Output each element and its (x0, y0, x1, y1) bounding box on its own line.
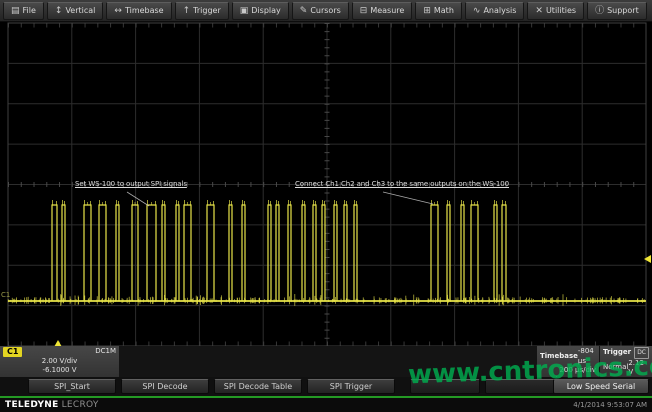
waveform-display[interactable]: C1 Set WS-100 to output SPI signals Conn… (0, 22, 652, 346)
brand-lecroy: LECROY (62, 400, 99, 410)
timebase-label: Timebase (540, 352, 578, 362)
menu-label: Cursors (310, 6, 340, 15)
menu-label: Vertical (65, 6, 95, 15)
trigger-level-marker[interactable] (644, 255, 651, 263)
menu-label: Utilities (546, 6, 576, 15)
menu-file[interactable]: ▤File (3, 2, 44, 20)
timebase-scale: 200 µs/div (559, 366, 596, 376)
measure-icon: ⊟ (360, 7, 368, 15)
math-icon: ⊞ (423, 7, 431, 15)
menu-label: Analysis (483, 6, 516, 15)
datetime-display: 4/1/2014 9:53:07 AM (573, 401, 647, 409)
menu-label: Display (251, 6, 281, 15)
menu-label: Trigger (193, 6, 221, 15)
spi-start-button[interactable]: SPI_Start (28, 379, 116, 394)
brand-logo: TELEDYNELECROY (5, 400, 99, 410)
channel-scale: 2.00 V/div (42, 357, 78, 367)
menu-display[interactable]: ▣Display (232, 2, 289, 20)
channel-c1-grid-marker[interactable]: C1 (1, 291, 10, 299)
channel-badge: C1 (3, 347, 22, 357)
analysis-icon: ∿ (473, 7, 481, 15)
trigger-level: 2.12 V (628, 359, 649, 378)
channel-offset: -6.1000 V (42, 366, 76, 376)
empty-button-slot (485, 379, 555, 394)
menu-label: Math (434, 6, 454, 15)
brand-teledyne: TELEDYNE (5, 400, 59, 410)
oscilloscope-screen: { "menu": { "items": [ {"label": "File",… (0, 0, 652, 412)
descriptor-row: C1 DC1M 2.00 V/div -6.1000 V Timebase -8… (0, 346, 652, 377)
timebase-icon: ↔ (114, 7, 122, 15)
menu-label: Support (607, 6, 639, 15)
menu-trigger[interactable]: ↑Trigger (175, 2, 229, 20)
trigger-label: Trigger (603, 348, 631, 358)
spi-decode-button[interactable]: SPI Decode (121, 379, 209, 394)
empty-button-slot (410, 379, 480, 394)
menu-timebase[interactable]: ↔Timebase (106, 2, 171, 20)
spi-trigger-button[interactable]: SPI Trigger (307, 379, 395, 394)
support-icon: ⓘ (595, 7, 604, 15)
menu-label: File (23, 6, 36, 15)
menu-bar: ▤File↕Vertical↔Timebase↑Trigger▣Display✎… (0, 0, 652, 22)
menu-utilities[interactable]: ✕Utilities (527, 2, 584, 20)
annotation-set-ws100: Set WS-100 to output SPI signals (75, 180, 187, 188)
dialog-button-row: SPI_Start SPI Decode SPI Decode Table SPI T… (0, 377, 652, 396)
menu-support[interactable]: ⓘSupport (587, 2, 647, 20)
trigger-icon: ↑ (183, 7, 191, 15)
trigger-descriptor[interactable]: Trigger DC Normal 2.12 V SPI (600, 346, 652, 377)
menu-label: Timebase (125, 6, 164, 15)
trigger-mode: Normal (603, 363, 628, 373)
menu-analysis[interactable]: ∿Analysis (465, 2, 525, 20)
channel-c1-descriptor[interactable]: C1 DC1M 2.00 V/div -6.1000 V (0, 346, 119, 377)
menu-vertical[interactable]: ↕Vertical (47, 2, 104, 20)
menu-math[interactable]: ⊞Math (415, 2, 462, 20)
menu-measure[interactable]: ⊟Measure (352, 2, 413, 20)
timebase-descriptor[interactable]: Timebase -804 µs 200 µs/div 100 kS 50 MS… (537, 346, 599, 377)
low-speed-serial-button[interactable]: Low Speed Serial (553, 379, 649, 394)
menu-label: Measure (370, 6, 404, 15)
menu-cursors[interactable]: ✎Cursors (292, 2, 349, 20)
timebase-delay: -804 µs (578, 347, 596, 366)
cursors-icon: ✎ (300, 7, 308, 15)
channel-coupling: DC1M (95, 347, 116, 357)
utilities-icon: ✕ (535, 7, 543, 15)
vertical-icon: ↕ (55, 7, 63, 15)
annotation-connect-channels: Connect Ch1 Ch2 and Ch3 to the same outp… (295, 180, 509, 188)
trigger-coupling-badge: DC (634, 347, 649, 359)
file-icon: ▤ (11, 7, 20, 15)
display-icon: ▣ (240, 7, 249, 15)
spi-decode-table-button[interactable]: SPI Decode Table (214, 379, 302, 394)
status-bar: TELEDYNELECROY 4/1/2014 9:53:07 AM (0, 396, 652, 412)
